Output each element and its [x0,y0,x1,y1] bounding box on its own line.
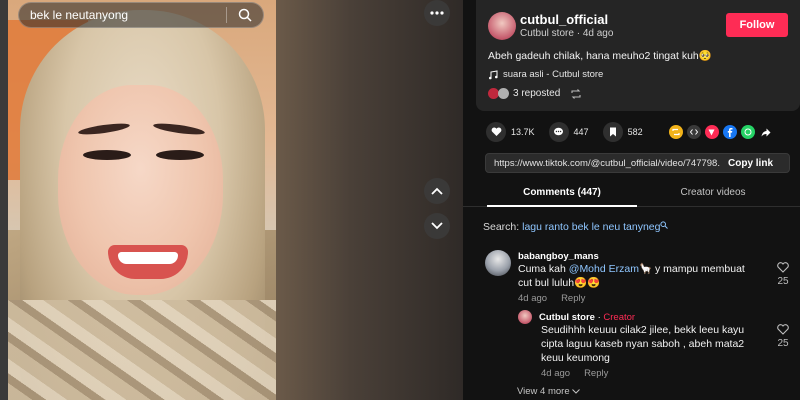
tab-comments[interactable]: Comments (447) [487,181,637,207]
save-stat[interactable]: 582 [602,122,643,142]
heart-outline-icon[interactable] [777,324,789,335]
search-input[interactable]: bek le neutanyong [19,8,226,22]
bookmark-icon[interactable] [602,122,623,142]
search-hint-query[interactable]: lagu ranto bek le neu tanyneg [522,221,660,233]
reposter-avatar [498,88,509,99]
repost-share-icon[interactable] [668,125,683,139]
reply-text-line-3: keuu keumong [541,352,610,364]
creator-avatar[interactable] [518,310,532,324]
comment-like[interactable]: 25 [774,262,792,287]
music-row[interactable]: suara asli - Cutbul store [488,69,603,80]
view-more-replies[interactable]: View 4 more [517,386,581,397]
video-person-eye-right [156,150,204,160]
commenter-name[interactable]: babangboy_mans [518,251,599,262]
comment-meta: 4d ago Reply [518,293,599,304]
video-info-card: cutbul_official Cutbul store · 4d ago Fo… [476,0,800,111]
search-icon [660,221,669,229]
comment-search-suggestion[interactable]: Search: lagu ranto bek le neu tanyneg [483,221,669,233]
reply-text: Seudihhh keuuu cilak2 jilee, bekk leeu k… [541,323,744,365]
video-person-scarf [8,300,276,400]
video-pane[interactable]: bek le neutanyong [0,0,463,400]
embed-icon[interactable] [686,125,701,139]
comment-text-line-2: cut bul luluh😍😍 [518,277,601,289]
reply-meta: 4d ago Reply [541,368,622,379]
video-link-url[interactable]: https://www.tiktok.com/@cutbul_official/… [486,158,720,169]
whatsapp-icon[interactable] [740,125,755,139]
commenter-avatar[interactable] [485,250,511,276]
chevron-down-icon [572,389,581,394]
share-arrow-icon[interactable] [759,125,773,139]
search-icon[interactable] [227,8,263,22]
search-bar[interactable]: bek le neutanyong [18,2,264,28]
previous-video-button[interactable] [424,178,450,204]
tab-creator-videos[interactable]: Creator videos [643,181,783,207]
comment-like-count: 25 [777,276,789,287]
copy-link-button[interactable]: Copy link [720,158,773,169]
video-person-eye-left [83,150,131,160]
view-more-label[interactable]: View 4 more [517,386,570,397]
save-count: 582 [627,127,643,137]
repost-count[interactable]: 3 reposted [513,88,560,99]
comment-time: 4d ago [518,293,548,304]
repost-icon[interactable] [570,88,582,99]
heart-outline-icon[interactable] [777,262,789,273]
more-options-button[interactable] [424,0,450,26]
comment-count: 447 [573,127,589,137]
reply-button[interactable]: Reply [561,293,585,304]
video-person-teeth [118,252,178,264]
video-link-box[interactable]: https://www.tiktok.com/@cutbul_official/… [485,153,790,173]
reply-time: 4d ago [541,368,571,379]
comment-stat[interactable]: 447 [548,122,589,142]
engagement-row: 13.7K 447 582 [486,122,796,142]
reply-button[interactable]: Reply [584,368,608,379]
creator-badge: Creator [603,312,636,323]
music-title[interactable]: suara asli - Cutbul store [503,69,603,80]
search-hint-prefix: Search: [483,221,523,233]
heart-icon[interactable] [486,122,506,142]
follow-button[interactable]: Follow [726,13,788,37]
reply-text-line-2: cipta laguu kaseb nyan saboh , abeh mata… [541,338,745,350]
reply-text-line-1: Seudihhh keuuu cilak2 jilee, bekk leeu k… [541,324,745,336]
like-stat[interactable]: 13.7K [486,122,535,142]
reply-like-count: 25 [777,338,789,349]
reply-author-line: Cutbul store · Creator [539,312,635,323]
reply-author-name[interactable]: Cutbul store [539,312,595,323]
share-icons [668,125,773,139]
side-panel: cutbul_official Cutbul store · 4d ago Fo… [463,0,800,400]
next-video-button[interactable] [424,213,450,239]
author-username[interactable]: cutbul_official [520,12,608,27]
author-subline: Cutbul store · 4d ago [520,28,613,39]
comment-mention[interactable]: @Mohd Erzam [569,263,639,275]
video-blur-left [0,0,8,400]
repost-row[interactable]: 3 reposted [488,88,582,99]
chevron-down-icon [431,222,443,230]
author-display-name[interactable]: Cutbul store [520,28,574,39]
panel-tabs: Comments (447) Creator videos [463,181,800,207]
author-avatar[interactable] [488,12,516,40]
music-note-icon [489,69,498,79]
post-time: 4d ago [582,28,614,39]
comment-text-before-mention: Cuma kah [518,263,569,275]
reply-like[interactable]: 25 [774,324,792,349]
comment-text: Cuma kah @Mohd Erzam🦙 y mampu membuat cu… [518,262,745,290]
comment-icon[interactable] [548,122,569,142]
chevron-up-icon [431,187,443,195]
like-count: 13.7K [511,127,535,137]
video-frame[interactable] [8,0,276,400]
facebook-icon[interactable] [722,125,737,139]
send-to-friends-icon[interactable] [704,125,719,139]
comment-text-after-mention: 🦙 y mampu membuat [638,263,745,275]
video-caption: Abeh gadeuh chilak, hana meuho2 tingat k… [488,50,712,62]
more-dots-icon [430,11,444,15]
